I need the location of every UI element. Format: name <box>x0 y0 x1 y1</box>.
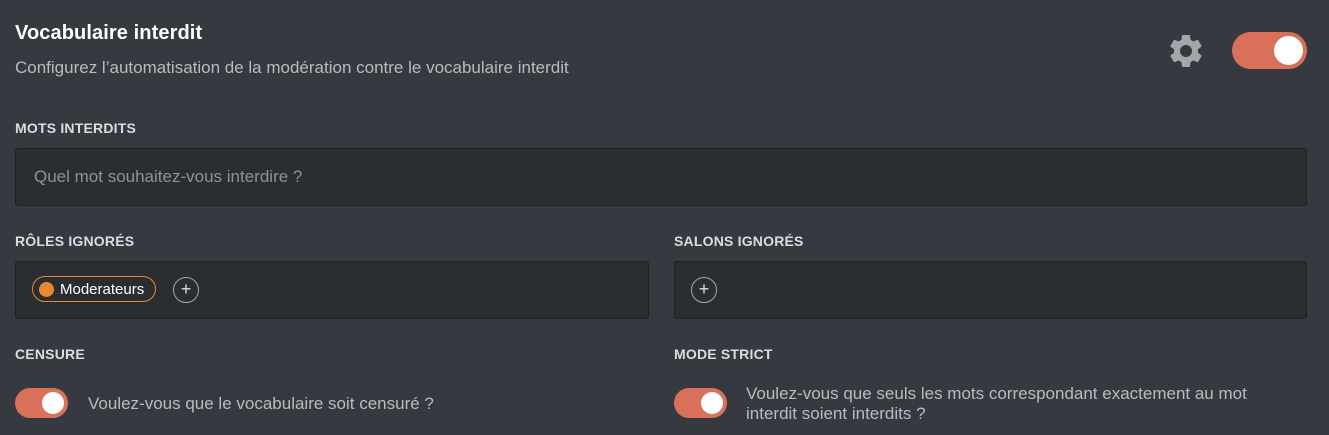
add-role-button[interactable]: + <box>173 277 199 303</box>
strict-mode-description-line1: Voulez-vous que seuls les mots correspon… <box>746 384 1247 403</box>
forbidden-word-input[interactable] <box>15 148 1307 206</box>
role-chip[interactable]: Moderateurs <box>32 276 157 302</box>
toggle-knob <box>42 392 64 414</box>
panel-subtitle: Configurez l’automatisation de la modéra… <box>15 58 569 77</box>
censor-description: Voulez-vous que le vocabulaire soit cens… <box>88 394 434 413</box>
words-label: MOTS INTERDITS <box>15 120 137 136</box>
ignored-roles-label: RÔLES IGNORÉS <box>15 233 135 249</box>
strict-mode-description-line2: interdit soient interdits ? <box>746 404 926 423</box>
role-color-dot <box>39 281 54 297</box>
panel-title: Vocabulaire interdit <box>15 22 203 44</box>
ignored-roles-box: Moderateurs + <box>15 261 649 319</box>
strict-mode-description: Voulez-vous que seuls les mots correspon… <box>746 384 1247 424</box>
toggle-knob <box>1274 36 1303 65</box>
module-enabled-toggle[interactable] <box>1232 32 1307 69</box>
role-chip-label: Moderateurs <box>60 280 145 298</box>
ignored-channels-box: + <box>674 261 1307 319</box>
censor-toggle[interactable] <box>15 388 68 418</box>
toggle-knob <box>701 392 723 414</box>
ignored-channels-label: SALONS IGNORÉS <box>674 233 804 249</box>
strict-mode-label: MODE STRICT <box>674 346 773 362</box>
add-channel-button[interactable]: + <box>691 277 717 303</box>
automod-vocabulary-panel: Vocabulaire interdit Configurez l’automa… <box>0 0 1329 435</box>
strict-mode-toggle[interactable] <box>674 388 727 418</box>
gear-icon[interactable] <box>1166 31 1206 71</box>
censor-label: CENSURE <box>15 346 85 362</box>
